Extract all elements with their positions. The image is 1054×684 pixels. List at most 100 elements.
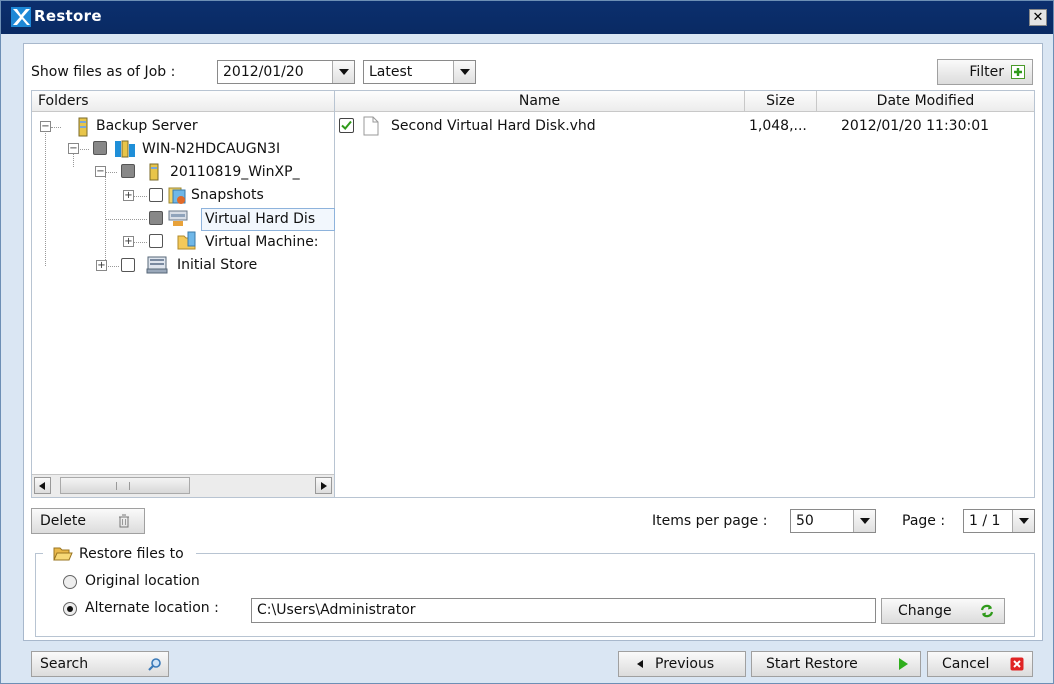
tree-item-backup-server[interactable]: Backup Server — [96, 118, 198, 134]
alternate-location-radio[interactable] — [63, 602, 77, 616]
file-checkbox[interactable] — [339, 118, 354, 133]
tree-line — [105, 219, 147, 220]
table-row[interactable]: Second Virtual Hard Disk.vhd 1,048,... 2… — [335, 115, 1035, 137]
job-date-value: 2012/01/20 — [223, 64, 304, 80]
file-date: 2012/01/20 11:30:01 — [841, 118, 990, 134]
change-label: Change — [898, 603, 952, 619]
tree-item-initial-store[interactable]: Initial Store — [177, 257, 257, 273]
storage-icon — [146, 256, 168, 274]
tree-line — [133, 242, 147, 243]
page-label: Page : — [902, 513, 946, 529]
cancel-button[interactable]: Cancel — [927, 651, 1033, 677]
items-per-page-value: 50 — [796, 513, 814, 529]
chevron-down-icon — [853, 510, 875, 532]
chevron-down-icon — [332, 61, 354, 83]
search-button[interactable]: Search — [31, 651, 169, 677]
server-icon — [78, 117, 88, 137]
tree-line — [105, 176, 106, 266]
initial-store-checkbox[interactable] — [121, 258, 135, 272]
tree-line — [133, 196, 147, 197]
scroll-left-icon[interactable] — [34, 477, 51, 494]
job-checkbox[interactable] — [121, 164, 135, 178]
start-restore-label: Start Restore — [766, 656, 858, 672]
tree-item-server[interactable]: WIN-N2HDCAUGN3I — [142, 141, 280, 157]
expand-icon[interactable]: + — [123, 190, 134, 201]
start-restore-button[interactable]: Start Restore — [751, 651, 921, 677]
expand-icon[interactable]: + — [96, 260, 107, 271]
job-date-select[interactable]: 2012/01/20 — [217, 60, 355, 84]
chevron-down-icon — [453, 61, 475, 83]
cancel-label: Cancel — [942, 656, 990, 672]
folders-horizontal-scrollbar[interactable] — [32, 474, 334, 497]
server-checkbox[interactable] — [93, 141, 107, 155]
open-folder-icon — [53, 547, 73, 561]
tree-line — [73, 153, 74, 167]
snapshots-checkbox[interactable] — [149, 188, 163, 202]
arrow-left-icon — [637, 660, 643, 668]
app-logo-icon — [11, 7, 31, 27]
alternate-path-input[interactable]: C:\Users\Administrator — [251, 598, 876, 623]
file-size: 1,048,... — [749, 118, 807, 134]
collapse-icon[interactable]: − — [68, 143, 79, 154]
tree-line — [105, 266, 119, 267]
server-group-icon — [115, 140, 135, 158]
filter-button[interactable]: Filter — [937, 59, 1033, 85]
folders-header[interactable]: Folders — [32, 91, 334, 112]
items-per-page-label: Items per page : — [652, 513, 768, 529]
window-title: Restore — [34, 7, 102, 25]
page-select[interactable]: 1 / 1 — [963, 509, 1035, 533]
file-name: Second Virtual Hard Disk.vhd — [391, 118, 596, 134]
column-size[interactable]: Size — [745, 91, 817, 112]
filter-label: Filter — [969, 64, 1004, 80]
previous-button[interactable]: Previous — [618, 651, 746, 677]
vm-checkbox[interactable] — [149, 234, 163, 248]
search-label: Search — [40, 656, 89, 672]
file-icon — [363, 116, 379, 136]
play-icon — [899, 658, 908, 670]
checkmark-icon — [341, 120, 352, 130]
chevron-down-icon — [1012, 510, 1034, 532]
server-icon — [149, 163, 159, 181]
search-icon — [148, 658, 161, 671]
alternate-location-label[interactable]: Alternate location : — [85, 600, 219, 616]
scroll-right-icon[interactable] — [315, 477, 332, 494]
tree-line — [51, 127, 61, 128]
version-value: Latest — [369, 64, 413, 80]
files-pane — [335, 90, 1035, 498]
collapse-icon[interactable]: − — [40, 121, 51, 132]
title-bar: Restore ✕ — [1, 1, 1053, 34]
scroll-thumb[interactable] — [60, 477, 190, 494]
hard-disk-icon — [168, 210, 188, 226]
add-filter-icon — [1011, 65, 1025, 79]
thumb-grip — [116, 482, 130, 490]
column-name[interactable]: Name — [335, 91, 745, 112]
refresh-icon — [980, 604, 994, 618]
items-per-page-select[interactable]: 50 — [790, 509, 876, 533]
tree-line — [45, 131, 46, 266]
folder-icon — [177, 231, 196, 250]
previous-label: Previous — [655, 656, 715, 672]
show-files-label: Show files as of Job : — [31, 64, 176, 80]
cancel-icon — [1010, 657, 1024, 671]
tree-line — [105, 172, 117, 173]
vhd-checkbox[interactable] — [149, 211, 163, 225]
delete-label: Delete — [40, 513, 86, 529]
expand-icon[interactable]: + — [123, 236, 134, 247]
original-location-radio[interactable] — [63, 575, 77, 589]
delete-button[interactable]: Delete — [31, 508, 145, 534]
tree-item-snapshots[interactable]: Snapshots — [191, 187, 264, 203]
change-button[interactable]: Change — [881, 598, 1005, 624]
version-select[interactable]: Latest — [363, 60, 476, 84]
column-date-modified[interactable]: Date Modified — [817, 91, 1034, 112]
tree-item-virtual-machine[interactable]: Virtual Machine: — [205, 234, 319, 250]
original-location-label[interactable]: Original location — [85, 573, 200, 589]
restore-to-legend: Restore files to — [43, 543, 196, 565]
snapshots-icon — [168, 187, 186, 204]
tree-item-virtual-hard-disk[interactable]: Virtual Hard Dis — [205, 211, 315, 227]
page-value: 1 / 1 — [969, 513, 1001, 529]
tree-item-job[interactable]: 20110819_WinXP_ — [170, 164, 300, 180]
collapse-icon[interactable]: − — [95, 166, 106, 177]
trash-icon — [119, 514, 129, 528]
restore-to-label: Restore files to — [79, 546, 184, 562]
close-icon[interactable]: ✕ — [1029, 9, 1047, 26]
